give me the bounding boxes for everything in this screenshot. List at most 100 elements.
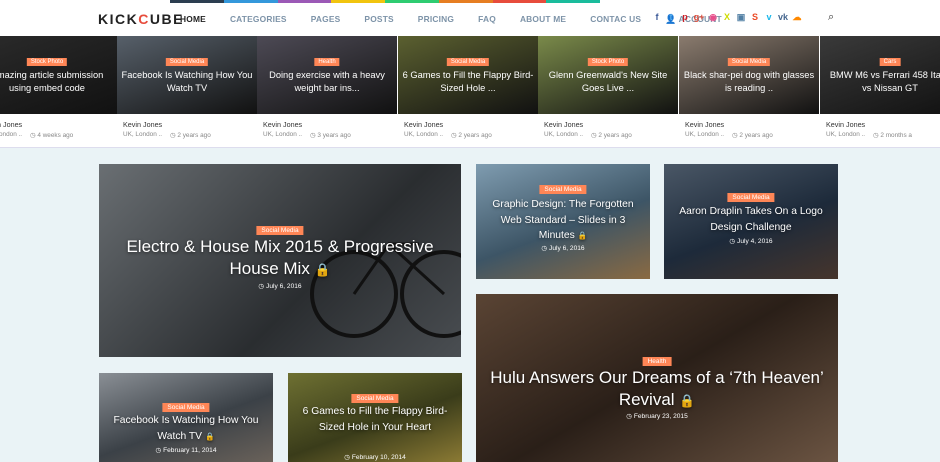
site-header: KICKCUBE HOME CATEGORIES PAGES POSTS PRI… bbox=[0, 0, 940, 36]
category-badge[interactable]: Social Media bbox=[727, 193, 775, 202]
site-logo[interactable]: KICKCUBE bbox=[98, 11, 184, 27]
color-segment bbox=[492, 0, 547, 3]
strip-post-item[interactable]: Social Media 6 Games to Fill the Flappy B… bbox=[398, 36, 538, 148]
category-badge[interactable]: Stock Photo bbox=[26, 58, 68, 66]
nav-faq[interactable]: FAQ bbox=[478, 14, 496, 25]
post-title[interactable]: Amazing article submission using embed c… bbox=[0, 69, 113, 95]
post-title[interactable]: Glenn Greenwald's New Site Goes Live ... bbox=[542, 69, 674, 95]
nav-categories[interactable]: CATEGORIES bbox=[230, 14, 287, 25]
color-segment bbox=[385, 0, 439, 3]
search-icon[interactable]: ⌕ bbox=[828, 11, 834, 24]
nav-pricing[interactable]: PRICING bbox=[418, 14, 454, 25]
post-title[interactable]: Facebook Is Watching How You Watch TV bbox=[121, 69, 253, 95]
author-location: UK, London .. bbox=[404, 131, 444, 138]
category-badge[interactable]: Cars bbox=[879, 58, 901, 66]
nav-posts[interactable]: POSTS bbox=[364, 14, 393, 25]
clock-icon: ◷ bbox=[155, 447, 162, 454]
category-badge[interactable]: Health bbox=[642, 357, 672, 366]
post-thumbnail[interactable]: Cars BMW M6 vs Ferrari 458 Italia vs Niss… bbox=[820, 36, 940, 114]
category-badge[interactable]: Social Media bbox=[162, 403, 210, 412]
recent-posts-strip: Stock Photo Amazing article submission us… bbox=[0, 36, 940, 148]
clock-icon: ◷ bbox=[626, 413, 633, 420]
post-title[interactable]: Electro & House Mix 2015 & Progressive H… bbox=[107, 236, 453, 281]
post-title[interactable]: Doing exercise with a heavy weight bar i… bbox=[261, 69, 393, 95]
category-badge[interactable]: Social Media bbox=[446, 58, 490, 66]
instagram-icon[interactable]: ▣ bbox=[734, 12, 748, 23]
post-aaron-draplin[interactable]: Social Media Aaron Draplin Takes On a Lo… bbox=[664, 164, 838, 279]
clock-icon: ◷ bbox=[310, 132, 316, 139]
post-thumbnail[interactable]: Health Doing exercise with a heavy weight… bbox=[257, 36, 397, 114]
clock-icon: ◷ bbox=[170, 132, 176, 139]
stumbleupon-icon[interactable]: S bbox=[748, 12, 762, 23]
vimeo-icon[interactable]: v bbox=[762, 12, 776, 23]
twitter-icon[interactable]: t bbox=[664, 12, 678, 23]
dribbble-icon[interactable]: ◉ bbox=[706, 12, 720, 23]
author-name[interactable]: Kevin Jones bbox=[263, 120, 302, 129]
post-hulu[interactable]: Health Hulu Answers Our Dreams of a ‘7th… bbox=[476, 294, 838, 462]
nav-about-me[interactable]: ABOUT ME bbox=[520, 14, 566, 25]
strip-post-item[interactable]: Social Media Facebook Is Watching How You… bbox=[117, 36, 257, 148]
author-name[interactable]: Kevin Jones bbox=[404, 120, 443, 129]
category-badge[interactable]: Stock Photo bbox=[587, 58, 629, 66]
nav-home[interactable]: HOME bbox=[180, 14, 206, 25]
post-date: ◷ February 11, 2014 bbox=[155, 447, 217, 454]
category-badge[interactable]: Social Media bbox=[351, 394, 399, 403]
post-facebook-tv[interactable]: Social Media Facebook Is Watching How Yo… bbox=[99, 373, 273, 462]
featured-post-electro[interactable]: Social Media Electro & House Mix 2015 & … bbox=[99, 164, 461, 357]
googleplus-icon[interactable]: g+ bbox=[692, 12, 706, 23]
author-location: UK, London .. bbox=[826, 131, 866, 138]
strip-post-item[interactable]: Stock Photo Amazing article submission us… bbox=[0, 36, 117, 148]
author-location: UK, London .. bbox=[123, 131, 163, 138]
post-title[interactable]: Hulu Answers Our Dreams of a ‘7th Heaven… bbox=[484, 367, 830, 412]
category-badge[interactable]: Social Media bbox=[539, 185, 587, 194]
post-title[interactable]: Facebook Is Watching How You Watch TV 🔒 bbox=[107, 413, 265, 444]
strip-post-item[interactable]: Stock Photo Glenn Greenwald's New Site Go… bbox=[538, 36, 678, 148]
post-time: ◷ 2 years ago bbox=[591, 132, 632, 139]
author-name[interactable]: Kevin Jones bbox=[685, 120, 724, 129]
post-title[interactable]: 6 Games to Fill the Flappy Bird-Sized Ho… bbox=[402, 69, 534, 95]
clock-icon: ◷ bbox=[591, 132, 597, 139]
category-badge[interactable]: Social Media bbox=[727, 58, 771, 66]
post-date: ◷ July 4, 2016 bbox=[729, 238, 773, 245]
post-thumbnail[interactable]: Social Media 6 Games to Fill the Flappy B… bbox=[398, 36, 538, 114]
color-bar bbox=[170, 0, 600, 3]
post-title[interactable]: Black shar-pei dog with glasses is readi… bbox=[683, 69, 815, 95]
pinterest-icon[interactable]: p bbox=[678, 12, 692, 23]
strip-post-item[interactable]: Health Doing exercise with a heavy weight… bbox=[257, 36, 397, 148]
xing-icon[interactable]: X bbox=[720, 12, 734, 23]
clock-icon: ◷ bbox=[732, 132, 738, 139]
post-thumbnail[interactable]: Social Media Black shar-pei dog with glas… bbox=[679, 36, 819, 114]
soundcloud-icon[interactable]: ☁ bbox=[790, 12, 804, 23]
author-location: UK, London .. bbox=[685, 131, 725, 138]
post-thumbnail[interactable]: Social Media Facebook Is Watching How You… bbox=[117, 36, 257, 114]
post-thumbnail[interactable]: Stock Photo Amazing article submission us… bbox=[0, 36, 117, 114]
category-badge[interactable]: Social Media bbox=[165, 58, 209, 66]
author-name[interactable]: Kevin Jones bbox=[826, 120, 865, 129]
post-title[interactable]: 6 Games to Fill the Flappy Bird-Sized Ho… bbox=[296, 404, 454, 435]
strip-post-item[interactable]: Cars BMW M6 vs Ferrari 458 Italia vs Niss… bbox=[820, 36, 940, 148]
post-title[interactable]: Graphic Design: The Forgotten Web Standa… bbox=[484, 197, 642, 244]
post-time: ◷ 2 years ago bbox=[732, 132, 773, 139]
category-badge[interactable]: Social Media bbox=[256, 226, 304, 235]
author-name[interactable]: Kevin Jones bbox=[544, 120, 583, 129]
nav-contac-us[interactable]: CONTAC US bbox=[590, 14, 641, 25]
clock-icon: ◷ bbox=[873, 132, 879, 139]
nav-pages[interactable]: PAGES bbox=[311, 14, 341, 25]
post-graphic-design[interactable]: Social Media Graphic Design: The Forgott… bbox=[476, 164, 650, 279]
category-badge[interactable]: Health bbox=[314, 58, 340, 66]
author-location: UK, London .. bbox=[0, 131, 23, 138]
vk-icon[interactable]: vk bbox=[776, 12, 790, 23]
facebook-icon[interactable]: f bbox=[650, 12, 664, 23]
author-name[interactable]: Kevin Jones bbox=[123, 120, 162, 129]
post-title[interactable]: BMW M6 vs Ferrari 458 Italia vs Nissan G… bbox=[824, 69, 940, 95]
post-thumbnail[interactable]: Stock Photo Glenn Greenwald's New Site Go… bbox=[538, 36, 678, 114]
post-date: ◷ July 6, 2016 bbox=[541, 245, 585, 252]
author-name[interactable]: Kevin Jones bbox=[0, 120, 22, 129]
clock-icon: ◷ bbox=[729, 238, 736, 245]
color-segment bbox=[170, 0, 224, 3]
author-location: UK, London .. bbox=[544, 131, 584, 138]
post-time: ◷ 4 weeks ago bbox=[30, 132, 74, 139]
post-flappy-games[interactable]: Social Media 6 Games to Fill the Flappy … bbox=[288, 373, 462, 462]
post-title[interactable]: Aaron Draplin Takes On a Logo Design Cha… bbox=[672, 204, 830, 235]
strip-post-item[interactable]: Social Media Black shar-pei dog with glas… bbox=[679, 36, 819, 148]
